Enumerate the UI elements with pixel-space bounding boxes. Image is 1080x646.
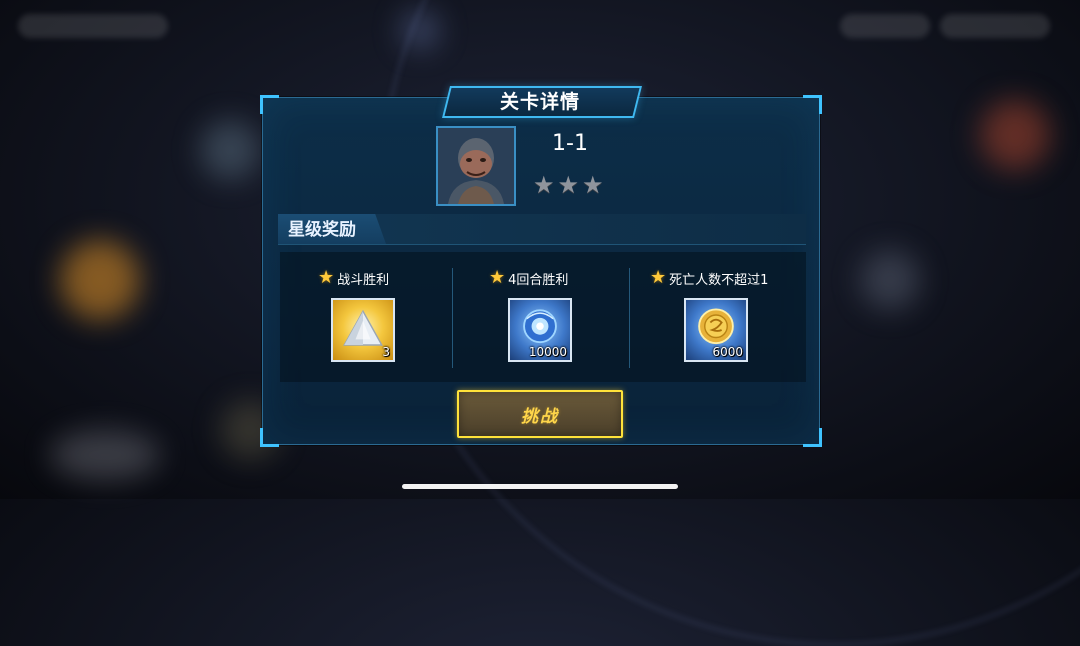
challenge-button[interactable]: 挑战	[457, 390, 623, 438]
column-divider	[629, 268, 630, 368]
stage-name: 1-1	[552, 131, 588, 156]
frame-corner	[260, 428, 279, 447]
enemy-portrait	[436, 126, 516, 206]
reward-condition: ★ 死亡人数不超过1	[650, 267, 768, 289]
frame-corner	[803, 95, 822, 114]
frame-corner	[803, 428, 822, 447]
condition-label: 死亡人数不超过1	[669, 272, 769, 288]
reward-item[interactable]: 3	[331, 298, 395, 362]
condition-label: 4回合胜利	[508, 272, 569, 288]
reward-item[interactable]: 6000	[684, 298, 748, 362]
gold-star-icon: ★	[650, 267, 667, 288]
column-divider	[452, 268, 453, 368]
reward-condition: ★ 4回合胜利	[489, 267, 568, 289]
dialog-title: 关卡详情	[499, 91, 580, 113]
empty-star-icon: ★	[533, 171, 555, 199]
item-count: 6000	[712, 345, 743, 359]
reward-item[interactable]: 10000	[508, 298, 572, 362]
condition-label: 战斗胜利	[337, 272, 390, 288]
home-indicator[interactable]	[402, 484, 678, 489]
stage-star-rating: ★ ★ ★	[533, 173, 604, 197]
item-count: 10000	[528, 345, 567, 359]
item-count: 3	[382, 345, 390, 359]
empty-star-icon: ★	[557, 171, 580, 199]
challenge-button-label: 挑战	[521, 406, 559, 427]
reward-condition: ★ 战斗胜利	[318, 267, 389, 289]
alien-portrait-icon	[438, 128, 514, 204]
gold-star-icon: ★	[489, 267, 506, 288]
gold-star-icon: ★	[318, 267, 335, 288]
frame-corner	[260, 95, 279, 114]
empty-star-icon: ★	[582, 171, 604, 199]
section-title: 星级奖励	[288, 220, 356, 240]
